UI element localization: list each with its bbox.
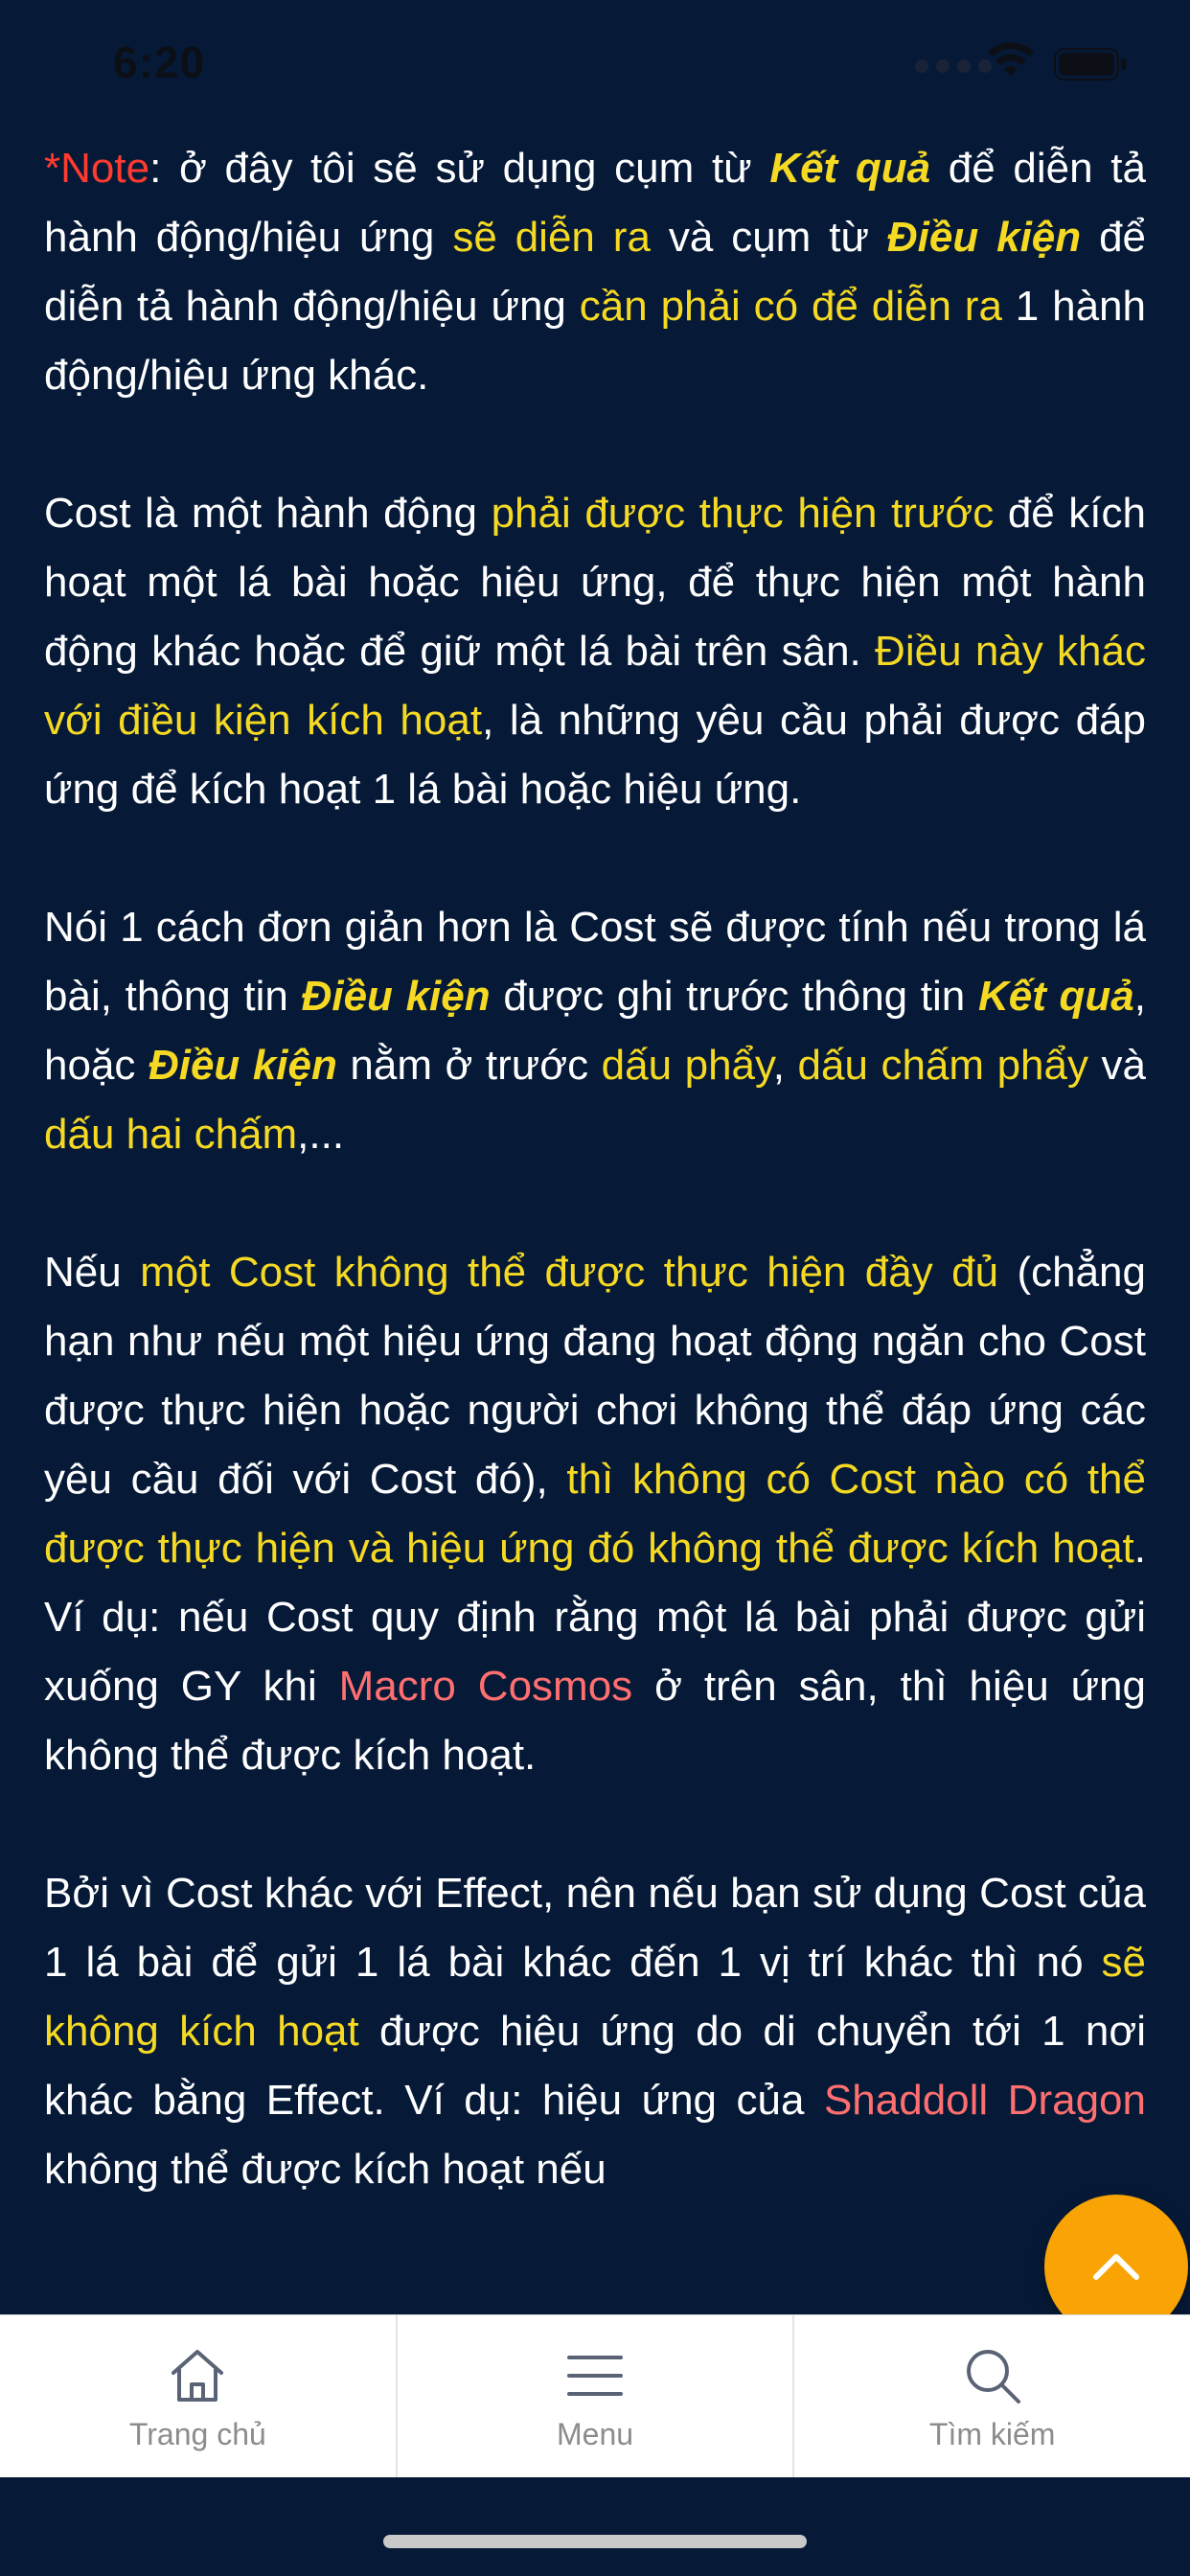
- term-ket-qua: Kết quả: [769, 145, 931, 192]
- tab-home-label: Trang chủ: [128, 2417, 266, 2451]
- status-time: 6:20: [113, 37, 206, 87]
- paragraph-note: *Note: ở đây tôi sẽ sử dụng cụm từ Kết q…: [44, 145, 1147, 399]
- menu-icon: [567, 2356, 623, 2396]
- paragraph-cost-simple: Nói 1 cách đơn giản hơn là Cost sẽ được …: [44, 904, 1147, 1158]
- bottom-safe-area: [0, 2477, 1190, 2576]
- tab-search-label: Tìm kiếm: [928, 2417, 1056, 2451]
- card-link-macro-cosmos[interactable]: Macro Cosmos: [339, 1663, 633, 1710]
- battery-icon: [1054, 48, 1126, 80]
- status-bar: 6:20: [0, 0, 1190, 134]
- bottom-tab-bar: Trang chủ Menu Tìm kiếm: [0, 2314, 1190, 2478]
- paragraph-cost-failure: Nếu một Cost không thể được thực hiện đầ…: [44, 1249, 1146, 1779]
- search-icon: [966, 2350, 1020, 2404]
- term-dieu-kien: Điều kiện: [886, 214, 1082, 261]
- card-link-shaddoll-dragon[interactable]: Shaddoll Dragon: [824, 2077, 1146, 2124]
- tab-search[interactable]: Tìm kiếm: [794, 2315, 1190, 2478]
- note-label: *Note: [44, 145, 150, 192]
- paragraph-cost-vs-effect: Bởi vì Cost khác với Effect, nên nếu bạn…: [44, 1870, 1146, 2193]
- home-icon: [172, 2350, 224, 2402]
- tab-menu-label: Menu: [556, 2417, 634, 2451]
- article-content: *Note: ở đây tôi sẽ sử dụng cụm từ Kết q…: [44, 134, 1146, 2273]
- tab-menu[interactable]: Menu: [398, 2315, 795, 2478]
- paragraph-cost-definition: Cost là một hành động phải được thực hiệ…: [44, 490, 1146, 813]
- signal-icon: [915, 59, 992, 73]
- tab-home[interactable]: Trang chủ: [0, 2315, 398, 2478]
- home-indicator[interactable]: [383, 2535, 807, 2548]
- wifi-icon: [988, 42, 1034, 77]
- chevron-up-icon: [1093, 2254, 1139, 2280]
